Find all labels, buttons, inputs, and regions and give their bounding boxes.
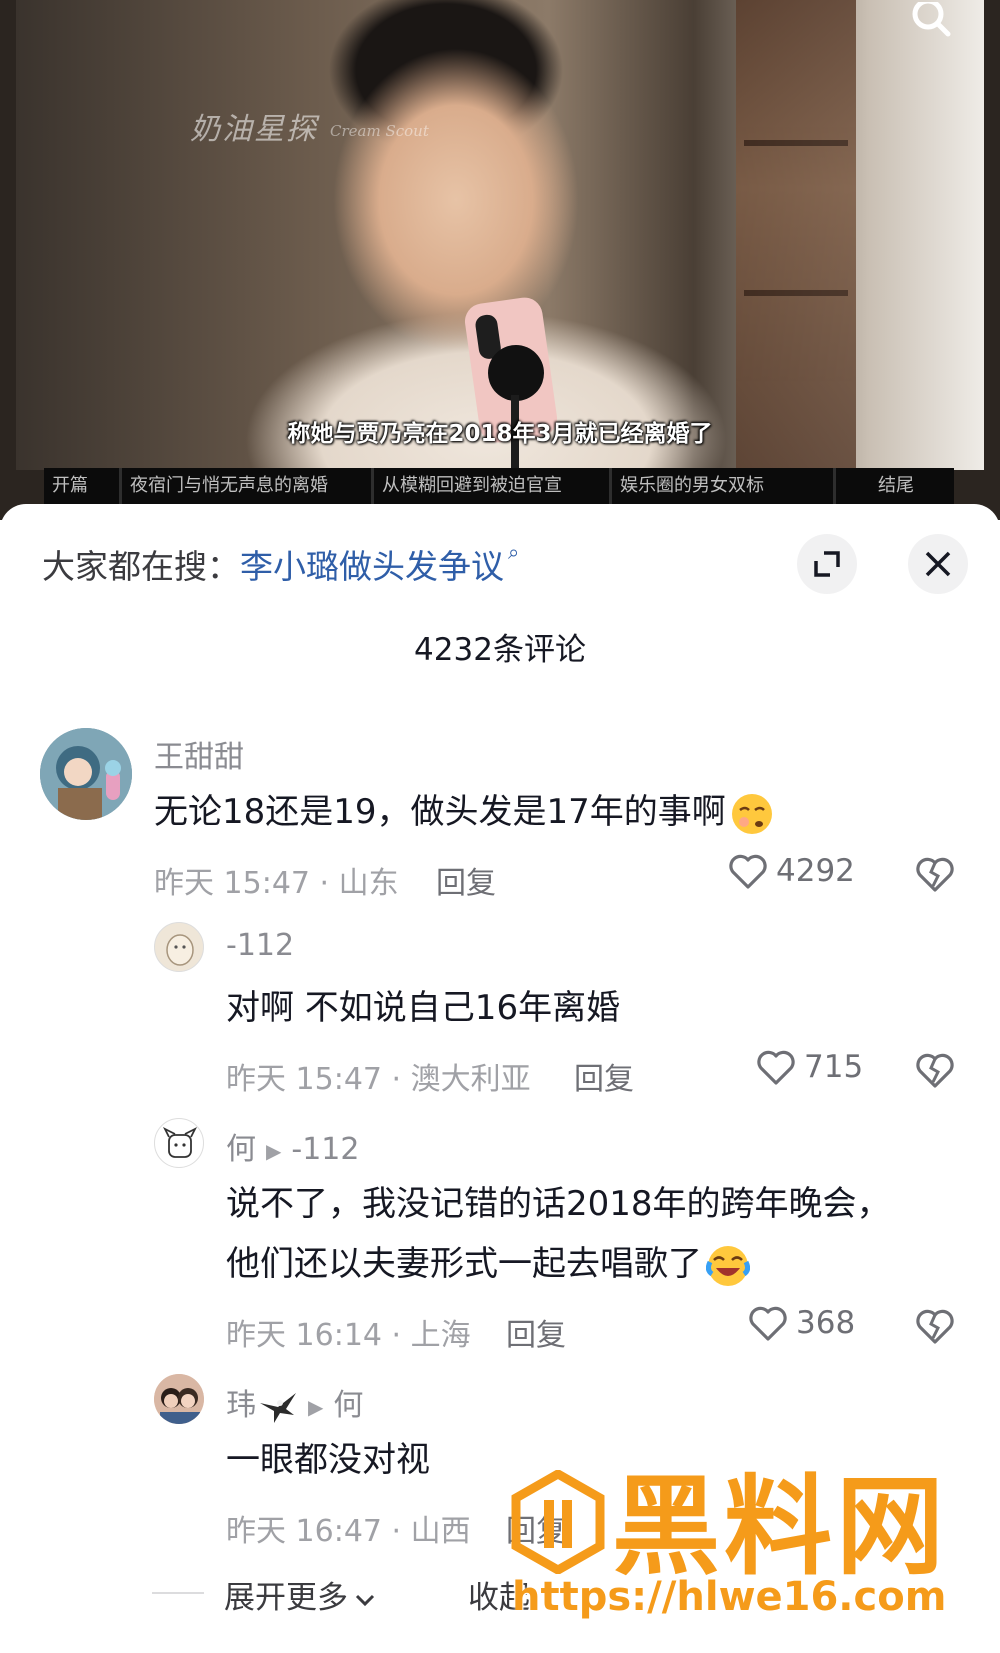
- comment-count: 4232条评论: [414, 632, 586, 668]
- avatar[interactable]: [154, 1374, 204, 1424]
- comment-meta: 昨天 15:47 · 山东: [154, 866, 399, 901]
- reply-arrow-icon: ▶: [266, 1138, 282, 1163]
- avatar-image: [40, 728, 132, 820]
- expand-more-button[interactable]: 展开更多: [224, 1572, 376, 1617]
- broken-heart-icon[interactable]: [914, 1050, 956, 1090]
- hot-search[interactable]: 大家都在搜：李小璐做头发争议 ⌕: [42, 540, 519, 588]
- reply-button[interactable]: 回复: [574, 1054, 634, 1098]
- reply-to-name[interactable]: -112: [291, 1132, 359, 1167]
- microphone: [488, 345, 544, 401]
- broken-heart-icon[interactable]: [914, 1306, 956, 1346]
- comment-text-line1: 说不了，我没记错的话2018年的跨年晚会，: [226, 1184, 891, 1224]
- chevron-down-icon: [355, 1594, 375, 1606]
- broken-heart-icon[interactable]: [914, 854, 956, 894]
- divider-line: [152, 1592, 204, 1594]
- expand-icon: [814, 551, 840, 577]
- chapter-item[interactable]: 娱乐圈的男女双标: [612, 468, 836, 504]
- avatar-image: [166, 934, 194, 966]
- comment-author: 何 ▶ -112: [226, 1124, 359, 1168]
- heart-icon: [757, 1050, 795, 1085]
- like-button[interactable]: 368: [748, 1304, 855, 1342]
- like-button[interactable]: 4292: [728, 852, 855, 890]
- heart-icon: [729, 854, 767, 889]
- eagle-icon: [260, 1392, 296, 1423]
- like-button[interactable]: 715: [756, 1048, 863, 1086]
- reply-arrow-icon: ▶: [308, 1394, 324, 1419]
- comment-text: 一眼都没对视: [226, 1440, 430, 1480]
- brand-logo-icon: [511, 1470, 605, 1574]
- avatar-image: [162, 1126, 198, 1158]
- comment-text-line2: 他们还以夫妻形式一起去唱歌了: [226, 1234, 750, 1294]
- reply-button[interactable]: 回复: [436, 858, 496, 902]
- avatar-image: [154, 1374, 204, 1424]
- hot-search-term[interactable]: 李小璐做头发争议: [240, 547, 504, 586]
- comment-author: 玮 ▶ 何: [226, 1380, 363, 1425]
- comment-text-content: 无论18还是19，做头发是17年的事啊: [154, 792, 726, 832]
- comment-meta: 昨天 15:47 · 澳大利亚: [226, 1062, 531, 1097]
- chapter-item[interactable]: 开篇: [44, 468, 122, 504]
- crying-laughing-emoji-icon: [706, 1245, 750, 1286]
- chapter-item[interactable]: 结尾: [836, 468, 954, 504]
- comment-text: 对啊 不如说自己16年离婚: [226, 988, 621, 1028]
- expand-button[interactable]: [797, 534, 857, 594]
- sleepy-face-emoji-icon: [731, 793, 772, 834]
- brand-watermark-url: https://hlwe16.com: [512, 1574, 947, 1620]
- search-icon[interactable]: [908, 2, 952, 38]
- video-watermark: 奶油星探: [190, 112, 318, 147]
- comment-meta: 昨天 16:14 · 上海: [226, 1318, 471, 1353]
- reply-button[interactable]: 回复: [506, 1310, 566, 1354]
- like-count: 368: [796, 1305, 856, 1341]
- video-player[interactable]: 奶油星探 Cream Scout 称她与贾乃亮在2018年3月就已经离婚了 开篇…: [0, 0, 1000, 520]
- close-icon: [925, 551, 951, 577]
- comment-author[interactable]: -112: [226, 928, 294, 963]
- comment-text: 无论18还是19，做头发是17年的事啊: [154, 782, 774, 842]
- like-count: 4292: [776, 853, 855, 889]
- chapter-item[interactable]: 从模糊回避到被迫官宣: [374, 468, 612, 504]
- close-button[interactable]: [908, 534, 968, 594]
- video-frame: [16, 0, 984, 475]
- expand-more-label: 展开更多: [224, 1580, 348, 1616]
- comment-author-name[interactable]: 玮: [226, 1388, 256, 1423]
- avatar[interactable]: [154, 922, 204, 972]
- video-subtitle: 称她与贾乃亮在2018年3月就已经离婚了: [287, 421, 713, 447]
- comment-meta: 昨天 16:47 · 山西: [226, 1514, 471, 1549]
- like-count: 715: [804, 1049, 864, 1085]
- video-watermark-en: Cream Scout: [330, 122, 429, 140]
- reply-to-name[interactable]: 何: [333, 1388, 363, 1423]
- comment-author-name[interactable]: 何: [226, 1132, 256, 1167]
- hot-search-prefix: 大家都在搜：: [42, 547, 240, 586]
- search-glass-icon: ⌕: [508, 540, 520, 564]
- avatar[interactable]: [154, 1118, 204, 1168]
- background-shelf: [736, 0, 856, 470]
- comment-author[interactable]: 王甜甜: [154, 732, 244, 776]
- avatar[interactable]: [40, 728, 132, 820]
- brand-watermark-name: 黑料网: [612, 1465, 949, 1590]
- chapter-item[interactable]: 夜宿门与悄无声息的离婚: [122, 468, 374, 504]
- chapter-bar: 开篇 夜宿门与悄无声息的离婚 从模糊回避到被迫官宣 娱乐圈的男女双标 结尾: [44, 468, 954, 504]
- comment-text-content: 他们还以夫妻形式一起去唱歌了: [226, 1244, 702, 1284]
- heart-icon: [749, 1306, 787, 1341]
